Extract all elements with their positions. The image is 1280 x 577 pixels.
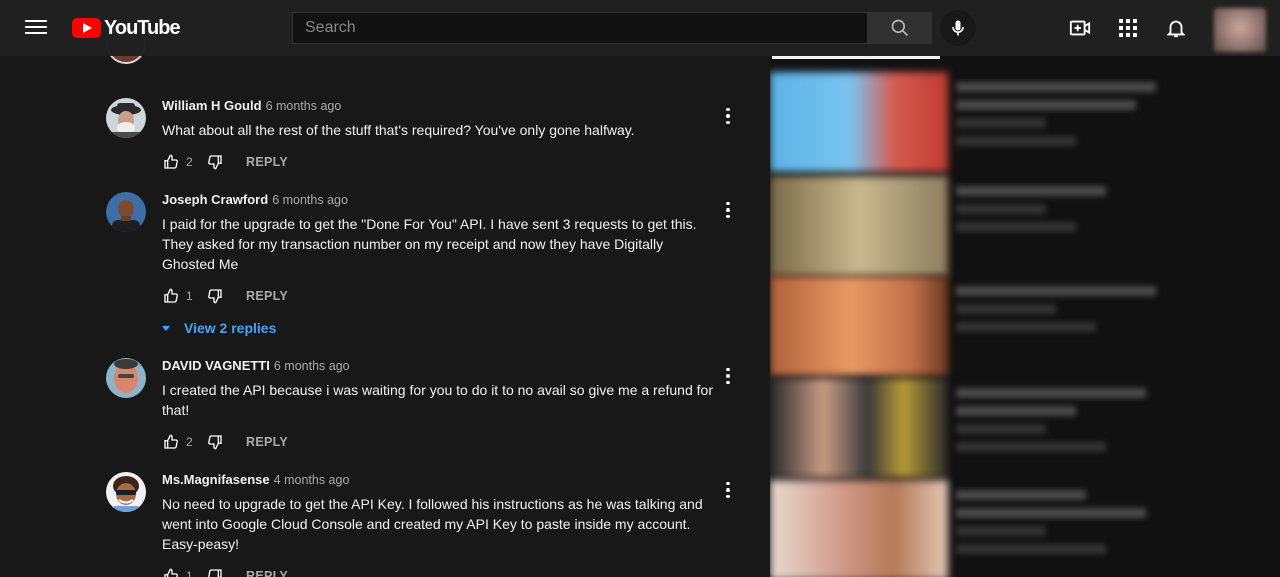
more-options-icon[interactable] [718, 364, 738, 388]
recommended-video[interactable] [770, 378, 1280, 478]
dislike-button[interactable] [206, 433, 224, 451]
avatar[interactable] [106, 472, 146, 512]
avatar[interactable] [106, 192, 146, 232]
like-count: 2 [186, 435, 193, 449]
comment-actions: 1 REPLY [162, 564, 718, 577]
more-options-icon[interactable] [718, 198, 738, 222]
dislike-button[interactable] [206, 567, 224, 577]
comment-author[interactable]: Ms.Magnifasense [162, 472, 270, 487]
like-button[interactable] [162, 567, 180, 577]
view-replies-button[interactable]: View 2 replies [162, 320, 718, 336]
create-button[interactable] [1068, 16, 1092, 40]
video-thumbnail[interactable] [770, 378, 948, 478]
comment-text: I paid for the upgrade to get the "Done … [162, 216, 697, 272]
youtube-logo[interactable]: YouTube [72, 16, 181, 39]
search-input[interactable] [292, 12, 868, 44]
active-tab-indicator [772, 56, 940, 59]
thumbs-down-icon [208, 289, 222, 304]
like-count: 1 [186, 569, 193, 577]
menu-icon[interactable] [24, 16, 48, 40]
search-button[interactable] [868, 12, 932, 44]
comment-actions: 1 REPLY [162, 284, 718, 308]
comment-actions: 2 REPLY [162, 430, 718, 454]
comment-time[interactable]: 4 months ago [274, 473, 350, 487]
more-options-icon[interactable] [718, 104, 738, 128]
account-avatar[interactable] [1214, 8, 1266, 52]
video-info [956, 186, 1166, 240]
recommended-video[interactable] [770, 72, 1280, 172]
thumbs-down-icon [208, 435, 222, 450]
thumbs-down-icon [208, 569, 222, 577]
notifications-icon [1166, 20, 1186, 38]
video-info [956, 388, 1166, 460]
reply-button[interactable]: REPLY [246, 155, 288, 169]
thumbs-up-icon [164, 154, 178, 169]
comment-actions: 2 REPLY [162, 150, 718, 174]
comment-time[interactable]: 6 months ago [266, 99, 342, 113]
video-thumbnail[interactable] [770, 276, 948, 376]
video-thumbnail[interactable] [770, 176, 948, 276]
create-video-icon [1069, 20, 1091, 36]
logo-text: YouTube [104, 16, 181, 39]
avatar[interactable] [106, 358, 146, 398]
like-button[interactable] [162, 433, 180, 451]
video-thumbnail[interactable] [770, 72, 948, 172]
comment-time[interactable]: 6 months ago [274, 359, 350, 373]
like-button[interactable] [162, 287, 180, 305]
play-icon [72, 18, 101, 38]
recommendations-sidebar [770, 0, 1280, 577]
thumbs-up-icon [164, 568, 178, 577]
comments-section: William H Gould 6 months ago What about a… [0, 0, 770, 577]
apps-button[interactable] [1116, 16, 1140, 40]
comment-text: What about all the rest of the stuff tha… [162, 122, 635, 138]
recommended-video[interactable] [770, 480, 1280, 577]
apps-icon [1119, 19, 1137, 37]
comment-text: No need to upgrade to get the API Key. I… [162, 496, 703, 552]
comment-author[interactable]: Joseph Crawford [162, 192, 268, 207]
masthead: YouTube [0, 0, 1280, 56]
comment-time[interactable]: 6 months ago [272, 193, 348, 207]
voice-search-button[interactable] [940, 10, 976, 46]
video-info [956, 286, 1166, 340]
thumbs-up-icon [164, 288, 178, 303]
search-icon [891, 19, 908, 37]
like-count: 1 [186, 289, 193, 303]
video-info [956, 490, 1166, 562]
dislike-button[interactable] [206, 287, 224, 305]
comment-author[interactable]: DAVID VAGNETTI [162, 358, 270, 373]
thumbs-down-icon [208, 155, 222, 170]
reply-button[interactable]: REPLY [246, 435, 288, 449]
chevron-down-icon [162, 325, 170, 331]
video-info [956, 82, 1166, 154]
video-thumbnail[interactable] [770, 480, 948, 577]
notifications-button[interactable] [1164, 16, 1188, 40]
avatar[interactable] [106, 98, 146, 138]
reply-button[interactable]: REPLY [246, 289, 288, 303]
search-bar [292, 12, 932, 44]
like-count: 2 [186, 155, 193, 169]
like-button[interactable] [162, 153, 180, 171]
view-replies-label: View 2 replies [184, 320, 277, 336]
recommended-video[interactable] [770, 176, 1280, 276]
recommended-video[interactable] [770, 276, 1280, 376]
comment-text: I created the API because i was waiting … [162, 382, 713, 418]
reply-button[interactable]: REPLY [246, 569, 288, 577]
comment-author[interactable]: William H Gould [162, 98, 262, 113]
mic-icon [952, 20, 964, 36]
more-options-icon[interactable] [718, 478, 738, 502]
dislike-button[interactable] [206, 153, 224, 171]
thumbs-up-icon [164, 434, 178, 449]
